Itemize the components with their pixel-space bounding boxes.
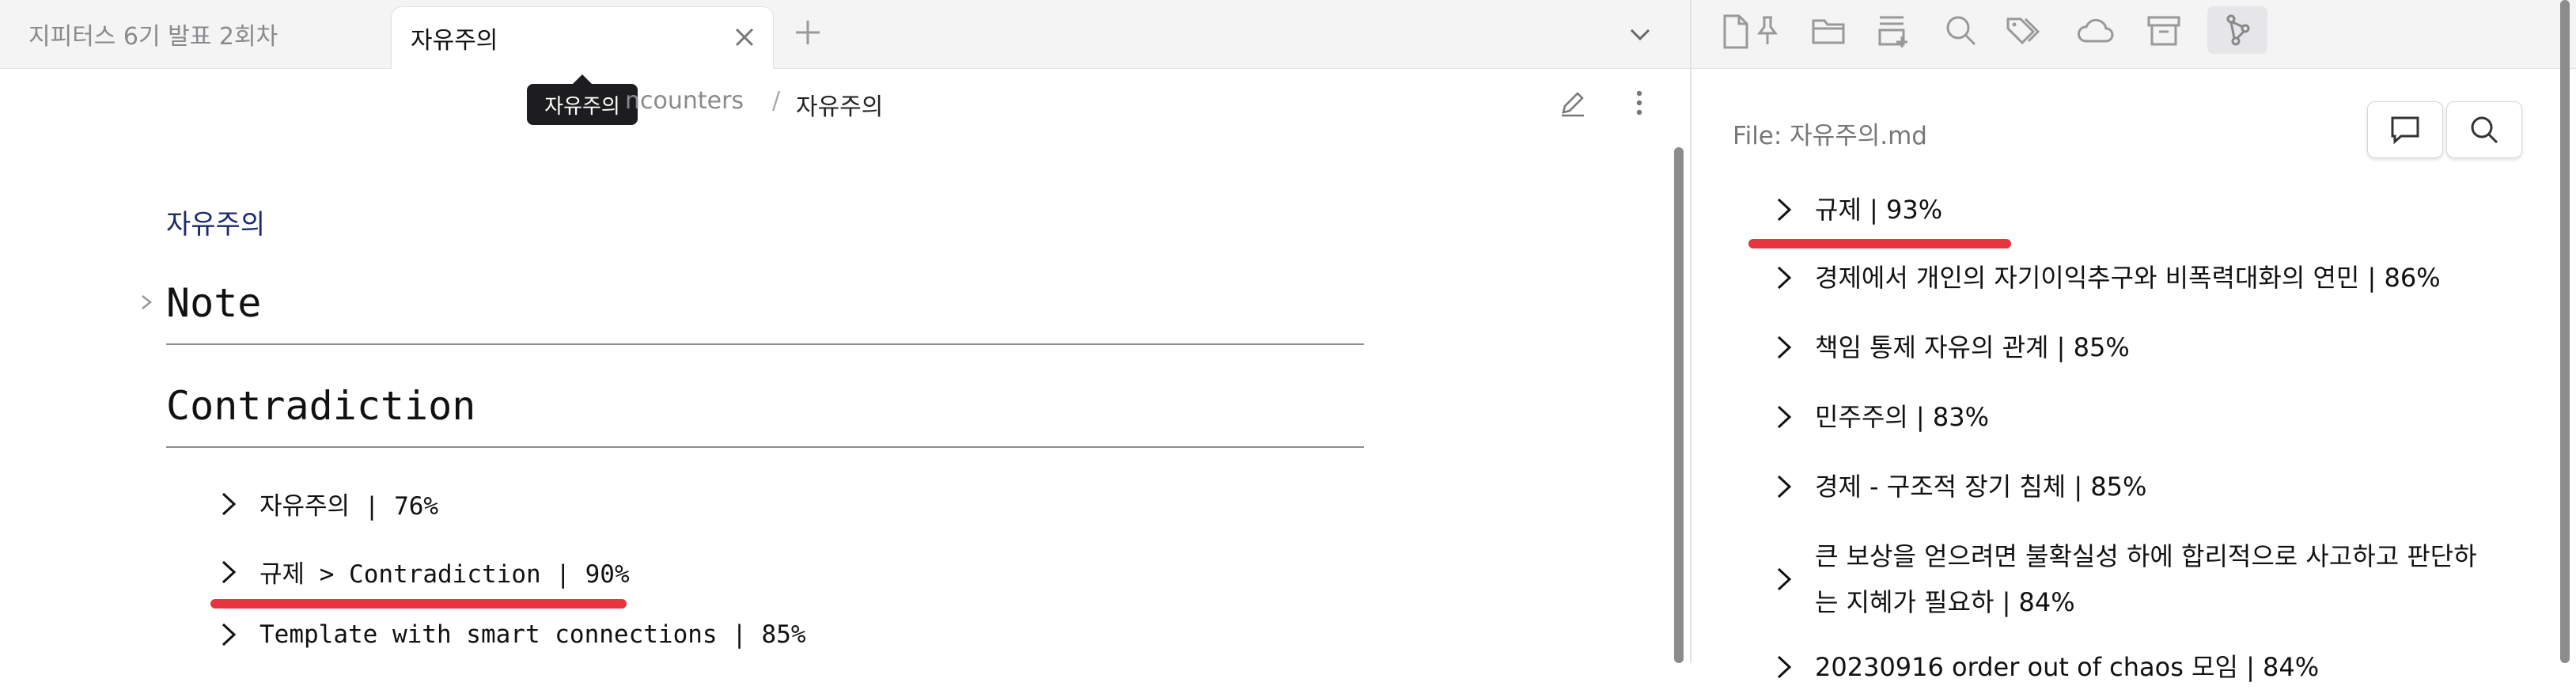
- search-icon[interactable]: [1943, 13, 1978, 47]
- archive-icon[interactable]: [2146, 14, 2182, 47]
- side-result-item[interactable]: 경제 - 구조적 장기 침체 | 85%: [1769, 464, 2146, 510]
- editor-scrollbar[interactable]: [1674, 147, 1684, 663]
- folder-icon[interactable]: [1810, 14, 1847, 47]
- plus-icon[interactable]: [791, 16, 824, 49]
- side-scrollbar[interactable]: [2560, 0, 2570, 663]
- result-item[interactable]: 자유주의 | 76%: [214, 486, 438, 521]
- tab-label: 자유주의: [411, 27, 498, 55]
- side-result-item[interactable]: 20230916 order out of chaos 모임 | 84%: [1769, 644, 2319, 690]
- side-result-label: 경제 - 구조적 장기 침체 | 85%: [1815, 472, 2147, 502]
- graph-button[interactable]: [2207, 6, 2267, 54]
- side-result-label: 규제 | 93%: [1815, 195, 1943, 225]
- side-result-line: 는 지혜가 필요하 | 84%: [1815, 587, 2075, 617]
- cloud-icon[interactable]: [2076, 16, 2114, 46]
- chevron-right-icon: [1777, 266, 1792, 290]
- chevron-right-icon: [1777, 655, 1792, 679]
- result-item[interactable]: 규제 > Contradiction | 90%: [214, 554, 630, 590]
- result-label: 규제 > Contradiction | 90%: [259, 560, 630, 589]
- heading-divider: [166, 343, 1364, 345]
- breadcrumb-separator: /: [772, 87, 781, 115]
- comment-icon: [2391, 116, 2419, 145]
- chevron-down-icon[interactable]: [1625, 19, 1655, 49]
- side-result-label: 20230916 order out of chaos 모임 | 84%: [1815, 652, 2320, 682]
- side-toolbar: [1691, 0, 2576, 69]
- more-icon[interactable]: [1628, 87, 1650, 119]
- side-result-item[interactable]: 큰 보상을 얻으려면 불확실성 하에 합리적으로 사고하고 판단하 는 지혜가 …: [1769, 533, 2477, 625]
- chevron-right-icon: [1777, 405, 1792, 429]
- fold-chevron-icon[interactable]: [138, 291, 155, 313]
- chevron-right-icon: [1777, 198, 1792, 222]
- side-result-label: 경제에서 개인의 자기이익추구와 비폭력대화의 연민 | 86%: [1815, 263, 2441, 293]
- highlight-underline: [210, 599, 627, 608]
- graph-icon: [2226, 14, 2250, 46]
- chevron-right-icon: [1777, 567, 1792, 591]
- note-title-link[interactable]: 자유주의: [166, 203, 265, 241]
- pin-icon[interactable]: [1756, 14, 1779, 46]
- chevron-right-icon: [1777, 475, 1792, 499]
- highlight-underline: [1748, 239, 2011, 248]
- tab-active-liberalism[interactable]: 자유주의: [391, 6, 774, 69]
- heading-divider: [166, 446, 1364, 448]
- tab-label: 지피터스 6기 발표 2회차: [28, 23, 278, 51]
- chevron-right-icon: [222, 623, 237, 646]
- side-result-item[interactable]: 규제 | 93%: [1769, 187, 1942, 233]
- side-result-item[interactable]: 민주주의 | 83%: [1769, 394, 1989, 440]
- result-label: 자유주의 | 76%: [259, 492, 439, 521]
- search-button[interactable]: [2446, 101, 2522, 158]
- tab-bar: 지피터스 6기 발표 2회차 자유주의: [0, 0, 1690, 69]
- chevron-right-icon: [222, 492, 237, 515]
- side-result-label: 민주주의 | 83%: [1815, 402, 1990, 432]
- side-result-line: 큰 보상을 얻으려면 불확실성 하에 합리적으로 사고하고 판단하: [1815, 541, 2477, 571]
- side-result-label: 책임 통제 자유의 관계 | 85%: [1815, 332, 2130, 362]
- chevron-right-icon: [1777, 336, 1792, 359]
- heading-contradiction: Contradiction: [166, 383, 476, 429]
- close-icon[interactable]: [732, 25, 757, 50]
- pane-divider[interactable]: [1690, 0, 1691, 663]
- result-label: Template with smart connections | 85%: [259, 620, 806, 649]
- heading-note: Note: [166, 280, 262, 326]
- side-result-item[interactable]: 경제에서 개인의 자기이익추구와 비폭력대화의 연민 | 86%: [1769, 255, 2441, 301]
- side-result-label: 큰 보상을 얻으려면 불확실성 하에 합리적으로 사고하고 판단하 는 지혜가 …: [1815, 533, 2477, 625]
- tab-presentation[interactable]: 지피터스 6기 발표 2회차: [0, 0, 391, 68]
- tab-tooltip: 자유주의: [527, 74, 638, 125]
- file-label: File: 자유주의.md: [1733, 122, 1927, 150]
- chat-button[interactable]: [2367, 101, 2443, 158]
- breadcrumb-current: 자유주의: [796, 93, 884, 121]
- breadcrumb-parent[interactable]: ncounters: [625, 87, 744, 115]
- stack-add-icon[interactable]: [1875, 13, 1911, 49]
- search-icon: [2471, 116, 2498, 144]
- file-icon[interactable]: [1720, 13, 1752, 51]
- chevron-right-icon: [222, 560, 237, 583]
- result-item[interactable]: Template with smart connections | 85%: [214, 620, 806, 649]
- tags-icon[interactable]: [2005, 14, 2046, 47]
- side-result-item[interactable]: 책임 통제 자유의 관계 | 85%: [1769, 324, 2130, 370]
- pencil-icon[interactable]: [1557, 87, 1589, 119]
